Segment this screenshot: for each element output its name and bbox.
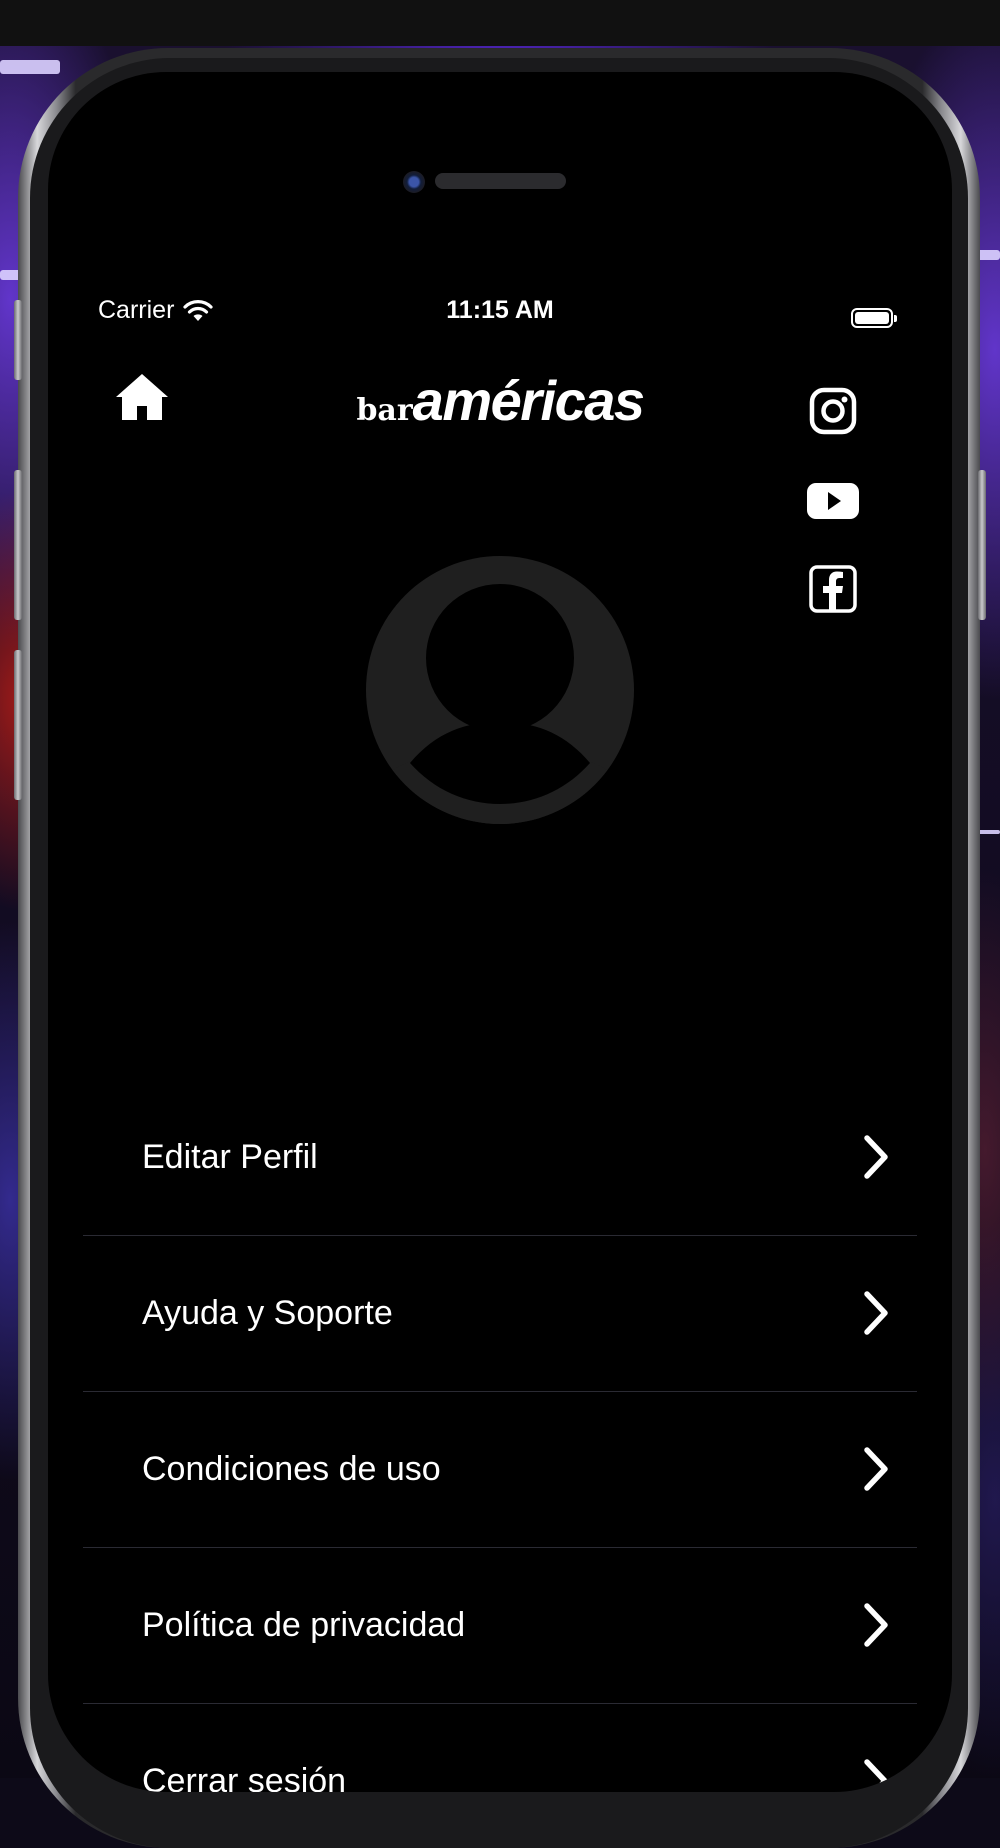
front-camera <box>403 171 425 193</box>
menu-item-ayuda-soporte[interactable]: Ayuda y Soporte <box>83 1236 917 1392</box>
status-time: 11:15 AM <box>446 296 554 324</box>
logo-main: américas <box>412 369 645 432</box>
youtube-icon[interactable] <box>806 476 860 526</box>
settings-menu: Editar Perfil Ayuda y Soporte Condicione… <box>83 1080 917 1792</box>
person-placeholder-icon[interactable] <box>366 556 634 824</box>
chevron-right-icon <box>864 1291 888 1335</box>
power-button <box>978 470 986 620</box>
mute-switch <box>14 300 22 380</box>
chevron-right-icon <box>864 1603 888 1647</box>
facebook-icon[interactable] <box>808 564 858 614</box>
battery-level <box>855 312 889 324</box>
background-top-strip <box>0 0 1000 46</box>
instagram-icon[interactable] <box>808 386 858 436</box>
volume-down-button <box>14 650 22 800</box>
menu-item-politica-privacidad[interactable]: Política de privacidad <box>83 1548 917 1704</box>
logo-prefix: bar <box>356 393 413 428</box>
menu-item-label: Condiciones de uso <box>142 1450 441 1488</box>
chevron-right-icon <box>864 1135 888 1179</box>
menu-item-cerrar-sesion[interactable]: Cerrar sesión <box>83 1704 917 1792</box>
chevron-right-icon <box>864 1759 888 1792</box>
menu-item-condiciones-uso[interactable]: Condiciones de uso <box>83 1392 917 1548</box>
battery-icon <box>851 308 897 328</box>
menu-item-label: Cerrar sesión <box>142 1762 347 1792</box>
background-light <box>0 60 60 74</box>
menu-item-label: Política de privacidad <box>142 1606 466 1644</box>
menu-item-label: Editar Perfil <box>142 1138 318 1176</box>
volume-up-button <box>14 470 22 620</box>
earpiece-speaker <box>435 173 566 189</box>
menu-item-label: Ayuda y Soporte <box>142 1294 393 1332</box>
menu-item-editar-perfil[interactable]: Editar Perfil <box>83 1080 917 1236</box>
battery-tip <box>894 315 897 322</box>
chevron-right-icon <box>864 1447 888 1491</box>
phone-screen: Carrier 11:15 AM baraméricas Editar Perf… <box>48 72 952 1792</box>
